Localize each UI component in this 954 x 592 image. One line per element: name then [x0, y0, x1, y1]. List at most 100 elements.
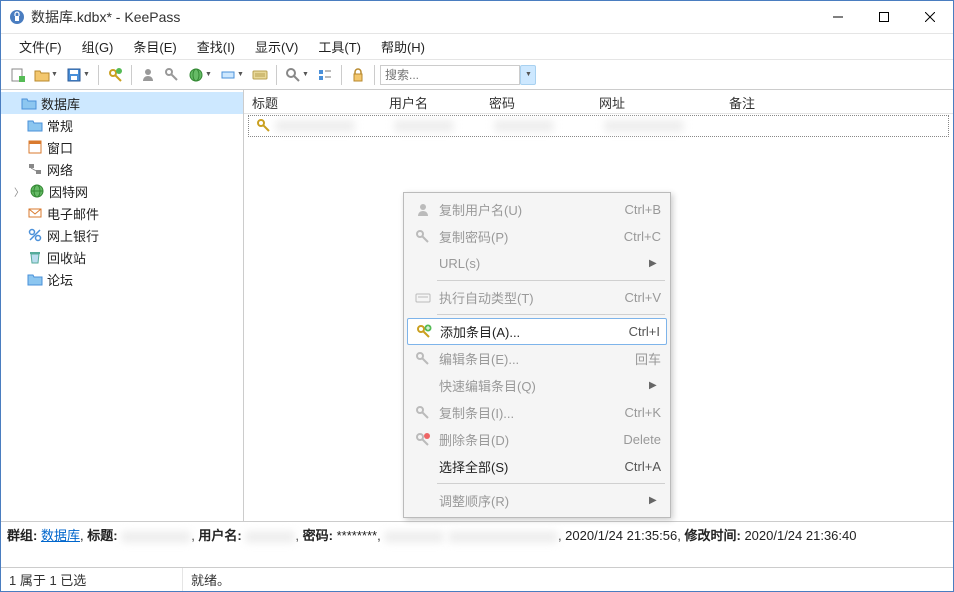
menu-find[interactable]: 查找(I) — [187, 34, 245, 59]
tree-item-internet[interactable]: 〉 因特网 — [1, 180, 243, 202]
menu-file[interactable]: 文件(F) — [9, 34, 72, 59]
ctx-select-all[interactable]: 选择全部(S) Ctrl+A — [407, 453, 667, 480]
tb-lock-icon[interactable] — [347, 64, 369, 86]
ctx-delete-entry[interactable]: 删除条目(D) Delete — [407, 426, 667, 453]
menu-help[interactable]: 帮助(H) — [371, 34, 435, 59]
info-ctime-value: 2020/1/24 21:35:56 — [565, 528, 677, 543]
info-user-label: 用户名: — [198, 528, 241, 543]
search-input[interactable] — [380, 65, 520, 85]
tb-open-icon[interactable]: ▼ — [31, 64, 61, 86]
col-password[interactable]: 密码 — [481, 90, 591, 113]
app-icon — [9, 9, 25, 25]
list-row[interactable] — [248, 115, 949, 137]
menubar: 文件(F) 组(G) 条目(E) 查找(I) 显示(V) 工具(T) 帮助(H) — [1, 33, 953, 59]
tree-item-forum[interactable]: 论坛 — [1, 268, 243, 290]
close-button[interactable] — [907, 1, 953, 33]
submenu-arrow-icon: ▶ — [649, 495, 661, 506]
info-group-label: 群组: — [7, 528, 37, 543]
tree-item-general[interactable]: 常规 — [1, 114, 243, 136]
menu-group[interactable]: 组(G) — [72, 34, 124, 59]
menu-tools[interactable]: 工具(T) — [308, 34, 371, 59]
ctx-add-entry[interactable]: 添加条目(A)... Ctrl+I — [407, 318, 667, 345]
folder-open-icon — [21, 95, 37, 111]
group-tree[interactable]: 数据库 常规 窗口 网络 〉 因特网 电子邮件 网上银行 回收站 — [1, 90, 244, 521]
info-user-redacted — [245, 531, 295, 543]
ctx-quickedit-entry[interactable]: 快速编辑条目(Q) ▶ — [407, 372, 667, 399]
expand-icon[interactable]: 〉 — [13, 184, 25, 199]
entry-pass-redacted — [494, 120, 554, 132]
ctx-duplicate-entry[interactable]: 复制条目(I)... Ctrl+K — [407, 399, 667, 426]
info-redacted — [448, 531, 558, 543]
tb-copyuser-icon[interactable] — [137, 64, 159, 86]
titlebar: 数据库.kdbx* - KeePass — [1, 1, 953, 33]
status-ready: 就绪。 — [183, 570, 953, 589]
key-icon — [257, 119, 271, 133]
tree-item-windows[interactable]: 窗口 — [1, 136, 243, 158]
folder-icon — [27, 271, 43, 287]
menu-view[interactable]: 显示(V) — [245, 34, 308, 59]
ctx-separator — [437, 280, 665, 281]
tb-copypass-icon[interactable] — [161, 64, 183, 86]
ctx-copy-password[interactable]: 复制密码(P) Ctrl+C — [407, 223, 667, 250]
entry-url-redacted — [604, 120, 684, 132]
key-add-icon — [414, 322, 434, 342]
ctx-urls[interactable]: URL(s) ▶ — [407, 250, 667, 277]
col-user[interactable]: 用户名 — [381, 90, 481, 113]
user-icon — [413, 200, 433, 220]
globe-icon — [29, 183, 45, 199]
submenu-arrow-icon: ▶ — [649, 258, 661, 269]
ctx-separator — [437, 483, 665, 484]
toolbar-search: ▼ — [380, 65, 947, 85]
ctx-copy-username[interactable]: 复制用户名(U) Ctrl+B — [407, 196, 667, 223]
list-header: 标题 用户名 密码 网址 备注 — [244, 90, 953, 114]
ctx-edit-entry[interactable]: 编辑条目(E)... 回车 — [407, 345, 667, 372]
info-pass-value: ******** — [337, 528, 377, 543]
menu-entry[interactable]: 条目(E) — [123, 34, 186, 59]
tb-autotype-icon[interactable] — [249, 64, 271, 86]
info-title-redacted — [121, 531, 191, 543]
col-notes[interactable]: 备注 — [721, 90, 953, 113]
search-dropdown-icon[interactable]: ▼ — [520, 65, 536, 85]
col-title[interactable]: 标题 — [244, 90, 381, 113]
info-mtime-label: 修改时间: — [684, 528, 740, 543]
minimize-button[interactable] — [815, 1, 861, 33]
tree-item-network[interactable]: 网络 — [1, 158, 243, 180]
ctx-rearrange[interactable]: 调整顺序(R) ▶ — [407, 487, 667, 514]
info-mtime-value: 2020/1/24 21:36:40 — [744, 528, 856, 543]
tree-root-database[interactable]: 数据库 — [1, 92, 243, 114]
key-gray-icon — [413, 227, 433, 247]
maximize-button[interactable] — [861, 1, 907, 33]
ctx-autotype[interactable]: 执行自动类型(T) Ctrl+V — [407, 284, 667, 311]
entry-title-redacted — [275, 120, 355, 132]
tb-showall-icon[interactable] — [314, 64, 336, 86]
tb-url-icon[interactable]: ▼ — [185, 64, 215, 86]
key-edit-icon — [413, 349, 433, 369]
statusbar: 1 属于 1 已选 就绪。 — [1, 567, 953, 591]
status-selection: 1 属于 1 已选 — [1, 568, 183, 591]
info-redacted — [384, 531, 444, 543]
window-title: 数据库.kdbx* - KeePass — [31, 7, 815, 27]
trash-icon — [27, 249, 43, 265]
col-url[interactable]: 网址 — [591, 90, 721, 113]
key-copy-icon — [413, 403, 433, 423]
info-group-link[interactable]: 数据库 — [41, 528, 80, 543]
submenu-arrow-icon: ▶ — [649, 380, 661, 391]
context-menu: 复制用户名(U) Ctrl+B 复制密码(P) Ctrl+C URL(s) ▶ … — [403, 192, 671, 518]
tb-new-icon[interactable] — [7, 64, 29, 86]
info-title-label: 标题: — [87, 528, 117, 543]
key-del-icon — [413, 430, 433, 450]
keyboard-icon — [413, 288, 433, 308]
tb-save-icon[interactable]: ▼ — [63, 64, 93, 86]
tb-find-icon[interactable]: ▼ — [282, 64, 312, 86]
tree-item-email[interactable]: 电子邮件 — [1, 202, 243, 224]
percent-icon — [27, 227, 43, 243]
entry-user-redacted — [394, 120, 454, 132]
tb-addentry-icon[interactable] — [104, 64, 126, 86]
entry-detail-panel: 群组: 数据库, 标题: , 用户名: , 密码: ********, , 创建… — [1, 521, 953, 567]
window-icon — [27, 139, 43, 155]
tree-item-banking[interactable]: 网上银行 — [1, 224, 243, 246]
toolbar: ▼ ▼ ▼ ▼ ▼ ▼ — [1, 59, 953, 89]
ctx-separator — [437, 314, 665, 315]
tb-field-icon[interactable]: ▼ — [217, 64, 247, 86]
tree-item-recycle[interactable]: 回收站 — [1, 246, 243, 268]
